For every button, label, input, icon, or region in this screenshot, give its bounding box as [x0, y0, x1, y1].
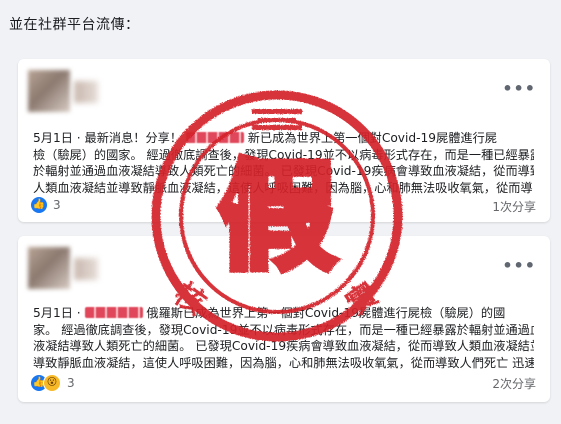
post-line-2: 液凝結導致人類死亡的細菌。 已發現Covid-19疾病會導致血液凝結，從而導致人… — [33, 339, 534, 353]
post-line-0a: · 最新消息！分享！ — [76, 131, 183, 145]
redacted-name — [84, 307, 143, 318]
post-line-3: 導致靜脈血液凝結，這使人呼吸困難，因為腦，心和肺無法吸收氧氣，從而導致人們死亡 … — [33, 355, 534, 370]
avatar-blurred[interactable] — [28, 70, 70, 112]
post-date[interactable]: 5月1日 — [33, 306, 73, 320]
wow-icon: 😮 — [43, 374, 61, 392]
more-options-icon[interactable]: ••• — [502, 256, 536, 275]
like-icon: 👍 — [31, 197, 47, 213]
post-text: 5月1日 · 最新消息！分享！ 新已成為世界上第一個對Covid-19屍體進行屍… — [33, 130, 534, 196]
post-text: 5月1日 · 俄羅斯已成為世界上第一個對Covid-19屍體進行屍檢（驗屍）的國… — [33, 305, 534, 371]
author-name-blurred[interactable] — [74, 258, 98, 280]
avatar-blurred[interactable] — [28, 247, 70, 289]
more-options-icon[interactable]: ••• — [502, 79, 536, 98]
post-line-3: 人類血液凝結並導致靜脈血液凝結，這使人呼吸困難，因為腦，心和肺無法吸收氧氣，從而… — [33, 180, 533, 195]
post-line-1: 家。 經過徹底調查後，發現Covid-19並不以病毒形式存在，而是一種已經暴露於… — [33, 322, 534, 337]
post-line-0b: 俄羅斯已成為世界上第一個對Covid-19屍體進行屍檢（驗屍）的國 — [146, 306, 506, 320]
share-count[interactable]: 2次分享 — [492, 375, 536, 392]
intro-text: 並在社群平台流傳： — [9, 17, 140, 33]
reactions[interactable]: 👍 3 — [31, 197, 61, 213]
redacted-name — [185, 132, 244, 143]
reaction-count: 3 — [53, 198, 61, 212]
post-footer: 👍 3 1次分享 — [31, 197, 536, 217]
reactions[interactable]: 👍 😮 3 — [31, 374, 75, 392]
post-line-0a: · — [76, 306, 85, 320]
post-footer: 👍 😮 3 2次分享 — [31, 374, 536, 394]
post-date[interactable]: 5月1日 — [33, 131, 73, 145]
post-line-0b: 新已成為世界上第一個對Covid-19屍體進行屍 — [247, 131, 497, 145]
author-name-blurred[interactable] — [74, 81, 98, 103]
post-card-1: ••• 5月1日 · 最新消息！分享！ 新已成為世界上第一個對Covid-19屍… — [18, 59, 550, 222]
share-count[interactable]: 1次分享 — [492, 198, 536, 215]
post-line-2: 於輻射並通過血液凝結導致人類死亡的細菌。 已發現Covid-19疾病會導致血液凝… — [33, 164, 534, 178]
post-line-1: 檢（驗屍）的國家。 經過徹底調查後，發現Covid-19並不以病毒形式存在，而是… — [33, 147, 534, 162]
reaction-count: 3 — [67, 376, 75, 390]
post-card-2: ••• 5月1日 · 俄羅斯已成為世界上第一個對Covid-19屍體進行屍檢（驗… — [18, 236, 550, 402]
